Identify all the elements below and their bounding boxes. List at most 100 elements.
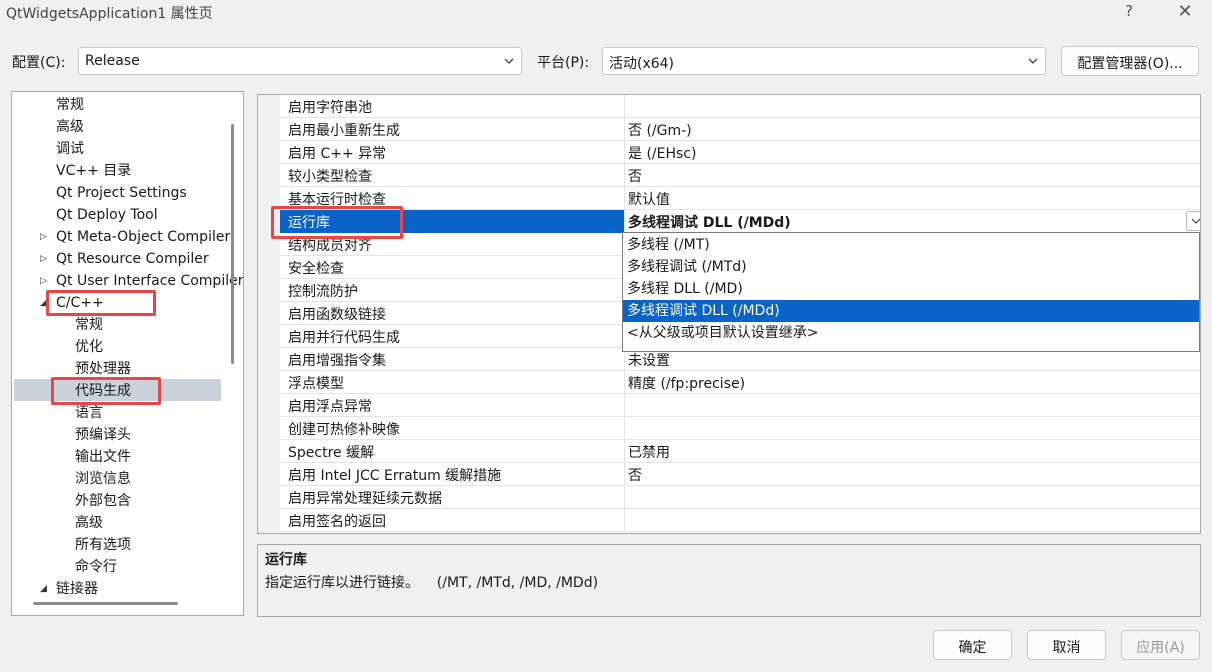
tree-item-all-options[interactable]: 所有选项: [75, 534, 131, 556]
value-dropdown-button[interactable]: [1186, 211, 1200, 231]
tree-item-linker[interactable]: 链接器: [56, 578, 98, 600]
property-row[interactable]: 启用字符串池: [280, 95, 1200, 118]
column-divider: [624, 394, 625, 417]
property-value: 精度 (/fp:precise): [628, 376, 746, 392]
property-row[interactable]: 启用最小重新生成 否 (/Gm-): [280, 118, 1200, 141]
column-divider: [624, 141, 625, 164]
property-name: 浮点模型: [288, 376, 344, 392]
property-name: 启用浮点异常: [288, 399, 372, 415]
property-name: 启用异常处理延续元数据: [288, 491, 442, 507]
property-name: 安全检查: [288, 261, 344, 277]
config-combobox[interactable]: Release: [78, 47, 522, 75]
property-value: 多线程调试 DLL (/MDd): [628, 215, 791, 231]
tree-item-cpp-general[interactable]: 常规: [75, 314, 103, 336]
property-row[interactable]: 启用签名的返回: [280, 509, 1200, 532]
property-name: 启用并行代码生成: [288, 330, 400, 346]
config-manager-button[interactable]: 配置管理器(O)...: [1061, 46, 1199, 76]
vertical-scrollbar[interactable]: [231, 124, 234, 364]
dropdown-option[interactable]: 多线程 (/MT): [623, 234, 1199, 256]
property-name: 启用字符串池: [288, 100, 372, 116]
description-text: 指定运行库以进行链接。 (/MT, /MTd, /MD, /MDd): [265, 575, 599, 591]
help-button[interactable]: ?: [1118, 2, 1140, 24]
property-row[interactable]: 启用浮点异常: [280, 394, 1200, 417]
tree-item-command-line[interactable]: 命令行: [75, 556, 117, 578]
chevron-down-icon: [1028, 58, 1038, 64]
tree-item-advanced[interactable]: 高级: [56, 116, 84, 138]
dropdown-option[interactable]: 多线程调试 (/MTd): [623, 256, 1199, 278]
property-name: 启用 C++ 异常: [288, 146, 387, 162]
property-value: 未设置: [628, 353, 670, 369]
property-name: 启用 Intel JCC Erratum 缓解措施: [288, 468, 502, 484]
property-name: 启用函数级链接: [288, 307, 386, 323]
title-bar: QtWidgetsApplication1 属性页 ? ✕: [0, 0, 1212, 26]
tree-item-browse-info[interactable]: 浏览信息: [75, 468, 131, 490]
column-divider: [624, 95, 625, 118]
platform-value: 活动(x64): [609, 56, 675, 72]
property-value: 否: [628, 468, 642, 484]
tree-item-qt-project-settings[interactable]: Qt Project Settings: [56, 182, 187, 204]
apply-button[interactable]: 应用(A): [1121, 630, 1200, 660]
chevron-down-icon: [1191, 218, 1200, 224]
annotation-box-code-generation: [51, 377, 161, 405]
horizontal-scrollbar[interactable]: [33, 602, 178, 605]
column-divider: [624, 440, 625, 463]
expand-arrow-icon[interactable]: ▷: [40, 270, 47, 292]
property-value: 已禁用: [628, 445, 670, 461]
dropdown-option-selected[interactable]: 多线程调试 DLL (/MDd): [623, 300, 1199, 322]
tree-item-debugging[interactable]: 调试: [56, 138, 84, 160]
column-divider: [624, 118, 625, 141]
property-name: 启用签名的返回: [288, 514, 386, 530]
property-value: 默认值: [628, 192, 670, 208]
column-divider: [624, 486, 625, 509]
property-value: 是 (/EHsc): [628, 146, 697, 162]
tree-item-external-includes[interactable]: 外部包含: [75, 490, 131, 512]
property-value: 否 (/Gm-): [628, 123, 692, 139]
column-divider: [624, 187, 625, 210]
platform-combobox[interactable]: 活动(x64): [602, 47, 1046, 75]
expand-arrow-icon[interactable]: ▷: [40, 226, 47, 248]
ok-button[interactable]: 确定: [933, 630, 1012, 660]
tree-item-language[interactable]: 语言: [75, 402, 103, 424]
tree-item-optimization[interactable]: 优化: [75, 336, 103, 358]
property-row[interactable]: 启用 C++ 异常 是 (/EHsc): [280, 141, 1200, 164]
tree-item-qt-uic[interactable]: Qt User Interface Compiler: [56, 270, 243, 292]
property-row[interactable]: 浮点模型 精度 (/fp:precise): [280, 371, 1200, 394]
property-tree[interactable]: 常规 高级 调试 VC++ 目录 Qt Project Settings Qt …: [11, 91, 244, 616]
config-value: Release: [85, 53, 140, 69]
runtime-library-dropdown[interactable]: 多线程 (/MT) 多线程调试 (/MTd) 多线程 DLL (/MD) 多线程…: [622, 232, 1200, 352]
tree-item-cpp-advanced[interactable]: 高级: [75, 512, 103, 534]
tree-item-precompiled-headers[interactable]: 预编译头: [75, 424, 131, 446]
tree-item-general[interactable]: 常规: [56, 94, 84, 116]
property-name: Spectre 缓解: [288, 445, 375, 461]
property-row[interactable]: 启用异常处理延续元数据: [280, 486, 1200, 509]
property-row[interactable]: Spectre 缓解 已禁用: [280, 440, 1200, 463]
expand-arrow-icon[interactable]: ▷: [40, 248, 47, 270]
tree-item-qt-deploy-tool[interactable]: Qt Deploy Tool: [56, 204, 158, 226]
property-name: 启用最小重新生成: [288, 123, 400, 139]
property-name: 启用增强指令集: [288, 353, 386, 369]
column-divider: [624, 371, 625, 394]
property-row[interactable]: 基本运行时检查 默认值: [280, 187, 1200, 210]
close-button[interactable]: ✕: [1172, 1, 1198, 25]
property-value: 否: [628, 169, 642, 185]
property-row[interactable]: 创建可热修补映像: [280, 417, 1200, 440]
column-divider: [624, 417, 625, 440]
dropdown-option[interactable]: 多线程 DLL (/MD): [623, 278, 1199, 300]
description-panel: 运行库 指定运行库以进行链接。 (/MT, /MTd, /MD, /MDd): [257, 544, 1201, 617]
tree-item-qt-rcc[interactable]: Qt Resource Compiler: [56, 248, 209, 270]
property-name: 创建可热修补映像: [288, 422, 400, 438]
description-title: 运行库: [265, 552, 307, 568]
property-row[interactable]: 启用 Intel JCC Erratum 缓解措施 否: [280, 463, 1200, 486]
collapse-arrow-icon[interactable]: ◢: [40, 578, 47, 600]
grid-gutter: [258, 95, 280, 533]
column-divider: [624, 509, 625, 532]
cancel-button[interactable]: 取消: [1027, 630, 1106, 660]
property-row-runtime-library[interactable]: 运行库 多线程调试 DLL (/MDd): [280, 210, 1200, 233]
tree-item-output-files[interactable]: 输出文件: [75, 446, 131, 468]
column-divider: [624, 210, 625, 233]
tree-item-qt-moc[interactable]: Qt Meta-Object Compiler: [56, 226, 230, 248]
tree-item-vc-directories[interactable]: VC++ 目录: [56, 160, 131, 182]
property-row[interactable]: 较小类型检查 否: [280, 164, 1200, 187]
dropdown-option[interactable]: <从父级或项目默认设置继承>: [623, 322, 1199, 344]
property-name: 较小类型检查: [288, 169, 372, 185]
